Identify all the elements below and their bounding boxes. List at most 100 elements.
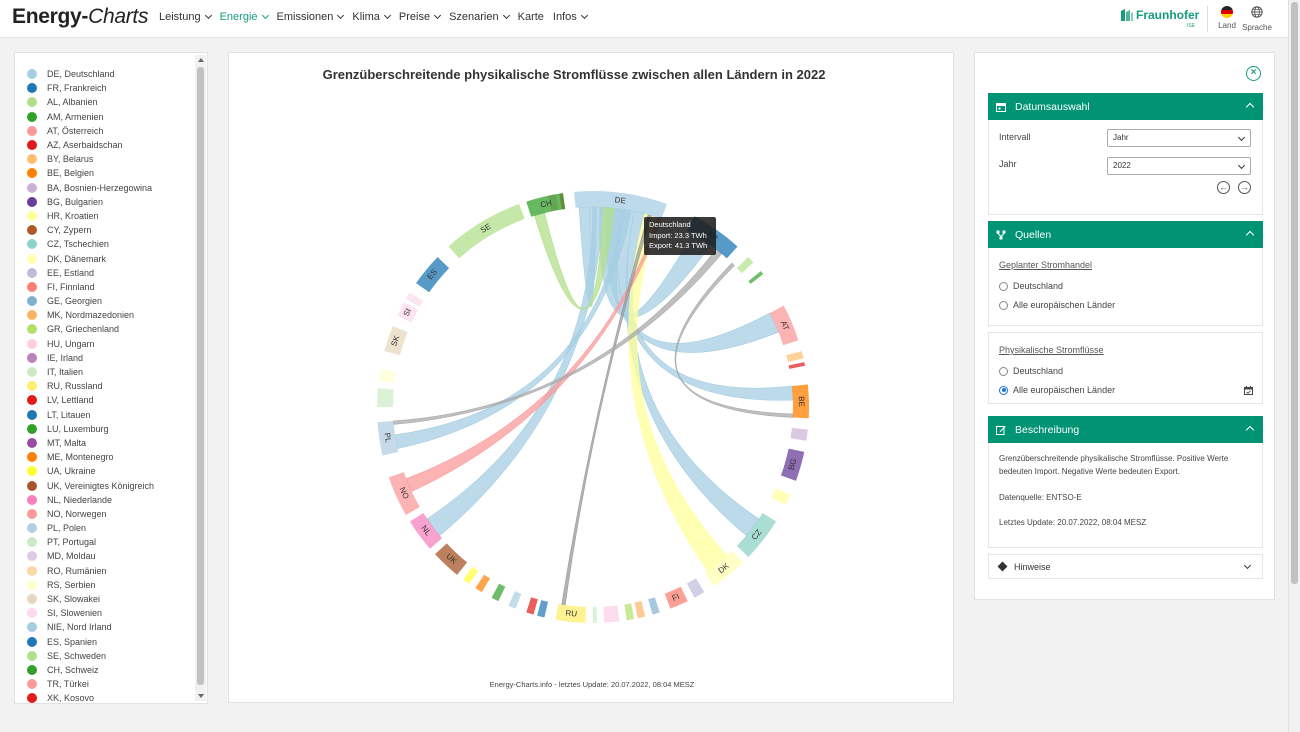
nav-item-preise[interactable]: Preise: [399, 11, 442, 23]
arc-label-de[interactable]: DE: [614, 195, 626, 205]
legend-item[interactable]: IE, Irland: [27, 351, 197, 365]
country-arc-minor[interactable]: [537, 600, 549, 618]
legend-item[interactable]: ME, Montenegro: [27, 450, 197, 464]
country-arc-minor[interactable]: [378, 369, 397, 383]
legend-item[interactable]: FI, Finnland: [27, 280, 197, 294]
country-selector[interactable]: Land: [1216, 6, 1238, 30]
legend-item[interactable]: GE, Georgien: [27, 294, 197, 308]
legend-item[interactable]: RS, Serbien: [27, 578, 197, 592]
next-period-button[interactable]: →: [1238, 181, 1251, 194]
calendar-check-icon[interactable]: [1244, 386, 1253, 395]
legend-item[interactable]: LU, Luxemburg: [27, 422, 197, 436]
legend-item[interactable]: SI, Slowenien: [27, 606, 197, 620]
legend-item[interactable]: RO, Rumänien: [27, 564, 197, 578]
country-arc-minor[interactable]: [748, 271, 764, 284]
legend-item[interactable]: MD, Moldau: [27, 549, 197, 563]
country-arc-minor[interactable]: [508, 591, 522, 609]
country-arc-minor[interactable]: [634, 601, 646, 619]
legend-item[interactable]: AZ, Aserbaidschan: [27, 138, 197, 152]
year-select[interactable]: 2022: [1107, 157, 1251, 175]
description-section-header[interactable]: Beschreibung: [988, 416, 1263, 443]
date-section-header[interactable]: Datumsauswahl: [988, 93, 1263, 120]
legend-item[interactable]: PT, Portugal: [27, 535, 197, 549]
legend-item[interactable]: HU, Ungarn: [27, 337, 197, 351]
interval-select[interactable]: Jahr: [1107, 129, 1251, 147]
country-arc-minor[interactable]: [624, 603, 635, 621]
legend-item[interactable]: BG, Bulgarien: [27, 195, 197, 209]
nav-item-energie[interactable]: Energie: [220, 11, 269, 23]
country-arc-minor[interactable]: [736, 256, 754, 274]
legend-item[interactable]: NL, Niederlande: [27, 493, 197, 507]
legend-item[interactable]: BE, Belgien: [27, 166, 197, 180]
radio-circle[interactable]: [999, 300, 1008, 310]
energy-charts-logo[interactable]: Energy-Charts: [12, 5, 148, 29]
legend-item[interactable]: FR, Frankreich: [27, 81, 197, 95]
legend-item[interactable]: SE, Schweden: [27, 649, 197, 663]
legend-item[interactable]: CZ, Tschechien: [27, 237, 197, 251]
legend-item[interactable]: CY, Zypern: [27, 223, 197, 237]
country-arc-minor[interactable]: [603, 605, 620, 623]
country-arc-minor[interactable]: [377, 388, 394, 407]
radio-circle[interactable]: [999, 366, 1008, 376]
sources-section-header[interactable]: Quellen: [988, 221, 1263, 248]
fraunhofer-logo[interactable]: Fraunhofer ISE: [1121, 8, 1201, 32]
legend-item[interactable]: MT, Malta: [27, 436, 197, 450]
page-scrollbar[interactable]: [1288, 0, 1300, 732]
legend-scrollbar-thumb[interactable]: [197, 67, 204, 685]
physical-radio-deutschland[interactable]: Deutschland: [999, 366, 1063, 376]
legend-item[interactable]: LT, Litauen: [27, 408, 197, 422]
country-arc-minor[interactable]: [593, 606, 597, 623]
legend-item[interactable]: TR, Türkei: [27, 677, 197, 691]
legend-item[interactable]: DE, Deutschland: [27, 67, 197, 81]
legend-item[interactable]: AL, Albanien: [27, 95, 197, 109]
radio-circle-selected[interactable]: [999, 385, 1008, 395]
country-arc-minor[interactable]: [790, 427, 808, 441]
country-arc-minor[interactable]: [491, 583, 506, 602]
physical-flows-heading[interactable]: Physikalische Stromflüsse: [999, 345, 1104, 355]
country-arc-minor[interactable]: [788, 362, 806, 369]
previous-period-button[interactable]: ←: [1217, 181, 1230, 194]
nav-item-leistung[interactable]: Leistung: [159, 11, 212, 23]
legend-item[interactable]: IT, Italien: [27, 365, 197, 379]
radio-circle[interactable]: [999, 281, 1008, 291]
planned-radio-europe[interactable]: Alle europäischen Länder: [999, 300, 1115, 310]
legend-item[interactable]: GR, Griechenland: [27, 322, 197, 336]
legend-scrollbar[interactable]: [195, 55, 206, 701]
legend-item[interactable]: MK, Nordmazedonien: [27, 308, 197, 322]
nav-item-karte[interactable]: Karte: [518, 11, 544, 23]
legend-item[interactable]: ES, Spanien: [27, 635, 197, 649]
arc-label-be[interactable]: BE: [797, 396, 806, 407]
legend-item[interactable]: AT, Österreich: [27, 124, 197, 138]
legend-item[interactable]: PL, Polen: [27, 521, 197, 535]
country-arc-minor[interactable]: [771, 488, 791, 506]
legend-item[interactable]: UK, Vereinigtes Königreich: [27, 478, 197, 492]
legend-item[interactable]: LV, Lettland: [27, 393, 197, 407]
legend-item[interactable]: BA, Bosnien-Herzegowina: [27, 181, 197, 195]
legend-item[interactable]: XK, Kosovo: [27, 691, 197, 703]
close-panel-button[interactable]: ×: [1246, 66, 1261, 81]
planned-trade-heading[interactable]: Geplanter Stromhandel: [999, 260, 1092, 270]
legend-item[interactable]: RU, Russland: [27, 379, 197, 393]
legend-item[interactable]: HR, Kroatien: [27, 209, 197, 223]
legend-item[interactable]: NIE, Nord Irland: [27, 620, 197, 634]
legend-item[interactable]: SK, Slowakei: [27, 592, 197, 606]
country-arc-minor[interactable]: [463, 566, 479, 584]
chord-diagram[interactable]: DEFRATBEBGCZDKFIRUUKNLNOPLSKSIESSECH: [229, 53, 955, 693]
country-arc-minor[interactable]: [526, 597, 538, 615]
arc-label-ru[interactable]: RU: [565, 608, 578, 618]
legend-item[interactable]: BY, Belarus: [27, 152, 197, 166]
nav-item-klima[interactable]: Klima: [352, 11, 391, 23]
country-arc-minor[interactable]: [648, 597, 660, 615]
country-arc-minor[interactable]: [475, 574, 490, 593]
legend-item[interactable]: EE, Estland: [27, 266, 197, 280]
legend-item[interactable]: AM, Armenien: [27, 110, 197, 124]
legend-item[interactable]: DK, Dänemark: [27, 251, 197, 265]
nav-item-szenarien[interactable]: Szenarien: [449, 11, 510, 23]
country-arc-minor[interactable]: [786, 351, 804, 363]
arc-label-pl[interactable]: PL: [382, 432, 392, 444]
legend-item[interactable]: UA, Ukraine: [27, 464, 197, 478]
nav-item-emissionen[interactable]: Emissionen: [277, 11, 345, 23]
physical-radio-europe[interactable]: Alle europäischen Länder: [999, 385, 1115, 395]
notes-section-header[interactable]: Hinweise: [988, 554, 1263, 579]
legend-item[interactable]: NO, Norwegen: [27, 507, 197, 521]
